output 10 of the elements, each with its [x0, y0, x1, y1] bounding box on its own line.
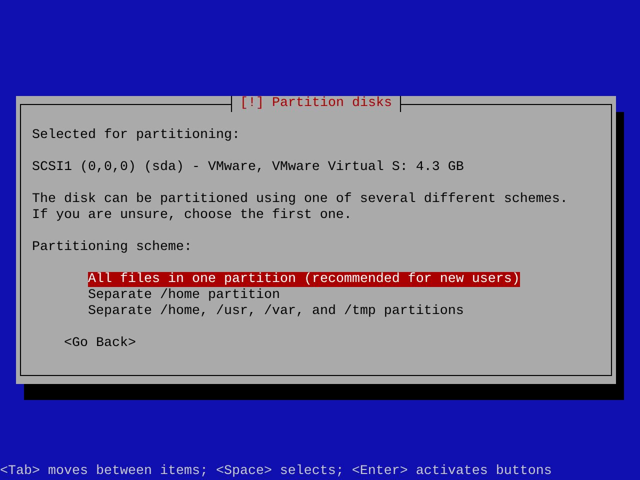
- dialog-text: Selected for partitioning:: [32, 128, 240, 143]
- dialog-title: [!] Partition disks: [231, 96, 401, 112]
- menu-option[interactable]: Separate /home partition: [88, 288, 280, 303]
- description-text: The disk can be partitioned using one of several different schemes. If you are unsure, choose the first one.: [32, 192, 569, 224]
- dialog-text: SCSI1 (0,0,0) (sda) - VMware, VMware Virtual S: 4.3 GB: [32, 160, 464, 175]
- go-back-button[interactable]: <Go Back>: [64, 336, 136, 352]
- list-label: Partitioning scheme:: [32, 240, 192, 255]
- menu-option[interactable]: Separate /home, /usr, /var, and /tmp partitions: [88, 304, 464, 319]
- help-line: <Tab> moves between items; <Space> selects; <Enter> activates buttons: [0, 464, 553, 480]
- menu-option[interactable]: All files in one partition (recommended for new users): [88, 272, 520, 287]
